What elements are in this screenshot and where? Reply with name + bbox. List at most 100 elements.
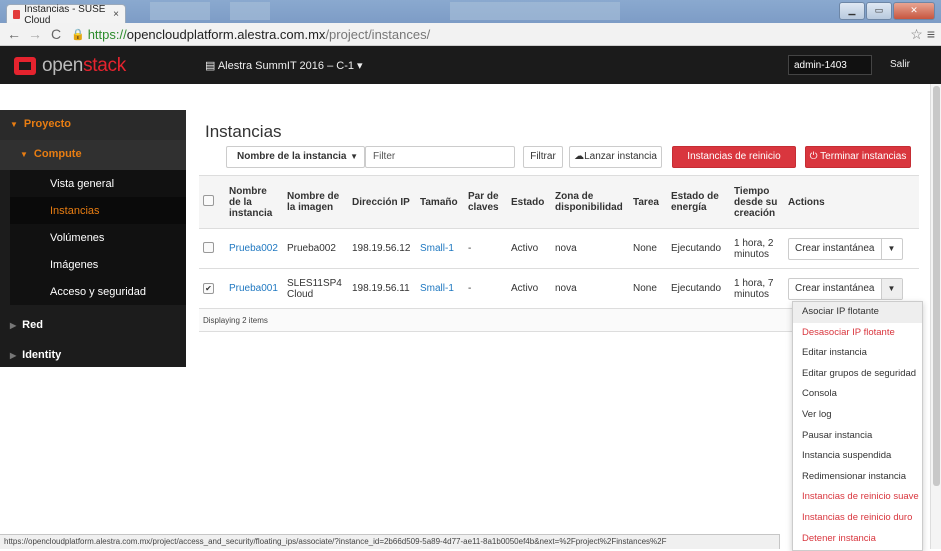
row-actions-split-button: Crear instantánea ▼	[788, 277, 903, 300]
background-window-blur	[150, 2, 210, 20]
col-header-nombre-instancia[interactable]: Nombre de la instancia	[225, 175, 283, 229]
menu-item-edit-security-groups[interactable]: Editar grupos de seguridad	[793, 364, 922, 385]
instance-name-link[interactable]: Prueba002	[225, 228, 283, 269]
table-row: Prueba002 Prueba002 198.19.56.12 Small-1…	[199, 228, 919, 269]
menu-item-edit-instance[interactable]: Editar instancia	[793, 343, 922, 364]
page-title: Instancias	[205, 122, 282, 141]
browser-tab-bar: Instancias - SUSE Cloud × ▁ ▭ ✕	[0, 0, 941, 26]
actions-cell: Crear instantánea ▼	[784, 228, 919, 269]
page-scrollbar[interactable]	[930, 84, 941, 549]
sidebar-item-imagenes[interactable]: Imágenes	[10, 251, 186, 278]
image-name: Prueba002	[283, 228, 348, 269]
address-bar: ← → C 🔒 https:// opencloudplatform.alest…	[0, 23, 941, 46]
col-header-tarea[interactable]: Tarea	[629, 175, 667, 229]
filter-button[interactable]: Filtrar	[523, 146, 563, 168]
col-header-estado[interactable]: Estado	[507, 175, 551, 229]
menu-item-soft-reboot[interactable]: Instancias de reinicio suave	[793, 487, 922, 508]
sidebar-panel-identity[interactable]: ▶ Identity	[0, 343, 186, 368]
flavor-link[interactable]: Small-1	[416, 268, 464, 309]
flavor-link[interactable]: Small-1	[416, 228, 464, 269]
caret-down-icon: ▼	[350, 152, 358, 161]
back-icon[interactable]: ←	[7, 26, 21, 42]
sidebar-item-acceso-seguridad[interactable]: Acceso y seguridad	[10, 278, 186, 305]
select-all-checkbox-cell[interactable]	[199, 175, 225, 229]
actions-caret-icon[interactable]: ▼	[880, 238, 902, 259]
logo-text: openstack	[42, 55, 126, 76]
power-state: Ejecutando	[667, 268, 730, 309]
power-state: Ejecutando	[667, 228, 730, 269]
keypair: -	[464, 228, 507, 269]
filter-field-select[interactable]: Nombre de la instancia ▼	[226, 146, 365, 168]
row-actions-dropdown-menu: Asociar IP flotante Desasociar IP flotan…	[792, 301, 923, 551]
power-icon: ⏻	[809, 151, 821, 162]
reload-icon[interactable]: C	[49, 26, 63, 42]
create-snapshot-button[interactable]: Crear instantánea	[789, 279, 881, 299]
launch-instance-button[interactable]: ☁Lanzar instancia	[569, 146, 662, 168]
row-checkbox[interactable]: ✔	[203, 283, 214, 294]
create-snapshot-button[interactable]: Crear instantánea	[789, 239, 881, 259]
table-header-row: Nombre de la instancia Nombre de la imag…	[199, 175, 919, 229]
sidebar-item-instancias[interactable]: Instancias	[10, 197, 186, 224]
menu-item-resize-instance[interactable]: Redimensionar instancia	[793, 467, 922, 488]
col-header-tamano[interactable]: Tamaño	[416, 175, 464, 229]
sidebar-group-compute[interactable]: ▼ Compute	[0, 140, 186, 170]
actions-caret-icon[interactable]: ▼	[880, 278, 902, 299]
url-field[interactable]: 🔒 https:// opencloudplatform.alestra.com…	[71, 26, 906, 43]
project-selector[interactable]: ▤ Alestra SummIT 2016 – C-1 ▾	[205, 59, 363, 72]
menu-item-disassociate-floating-ip[interactable]: Desasociar IP flotante	[793, 323, 922, 344]
sidebar-panel-proyecto[interactable]: ▼ Proyecto	[0, 110, 186, 140]
sidebar-panel-red[interactable]: ▶ Red	[0, 313, 186, 338]
status: Activo	[507, 228, 551, 269]
bookmark-star-icon[interactable]: ☆	[910, 26, 923, 43]
menu-item-suspend-instance[interactable]: Instancia suspendida	[793, 446, 922, 467]
col-header-actions: Actions	[784, 175, 919, 229]
menu-item-pause-instance[interactable]: Pausar instancia	[793, 426, 922, 447]
caret-down-icon: ▼	[10, 120, 18, 129]
col-header-ip[interactable]: Dirección IP	[348, 175, 416, 229]
caret-down-icon: ▼	[20, 150, 28, 159]
favicon-icon	[13, 10, 21, 19]
select-all-checkbox[interactable]	[203, 195, 214, 206]
row-checkbox[interactable]	[203, 241, 214, 253]
col-header-par-claves[interactable]: Par de claves	[464, 175, 507, 229]
user-menu[interactable]: admin-1403	[788, 55, 872, 75]
instance-name-link[interactable]: Prueba001	[225, 268, 283, 309]
menu-item-associate-floating-ip[interactable]: Asociar IP flotante	[793, 302, 922, 323]
forward-icon[interactable]: →	[28, 26, 42, 42]
scrollbar-thumb[interactable]	[933, 86, 940, 486]
terminate-instances-button[interactable]: ⏻ Terminar instancias	[805, 146, 911, 168]
filter-input[interactable]: Filter	[365, 146, 515, 168]
logout-link[interactable]: Salir	[890, 59, 910, 70]
soft-reboot-instances-button[interactable]: Instancias de reinicio suave	[672, 146, 796, 182]
menu-item-view-log[interactable]: Ver log	[793, 405, 922, 426]
browser-menu-icon[interactable]: ≡	[927, 26, 935, 42]
close-window-icon[interactable]: ✕	[893, 2, 935, 20]
browser-tab[interactable]: Instancias - SUSE Cloud ×	[6, 4, 126, 26]
col-header-tiempo[interactable]: Tiempo desde su creación	[730, 175, 784, 229]
status: Activo	[507, 268, 551, 309]
col-header-zona[interactable]: Zona de disponibilidad	[551, 175, 629, 229]
openstack-logo[interactable]: openstack	[14, 55, 126, 77]
image-name: SLES11SP4 Cloud	[283, 268, 348, 309]
project-icon: ▤	[205, 60, 218, 72]
menu-item-stop-instance[interactable]: Detener instancia	[793, 529, 922, 550]
keypair: -	[464, 268, 507, 309]
url-scheme: https://	[87, 26, 127, 42]
ip-address: 198.19.56.11	[348, 268, 416, 309]
sidebar-item-vista-general[interactable]: Vista general	[10, 170, 186, 197]
menu-item-console[interactable]: Consola	[793, 384, 922, 405]
col-header-estado-energia[interactable]: Estado de energía	[667, 175, 730, 229]
maximize-icon[interactable]: ▭	[866, 2, 892, 20]
uptime: 1 hora, 7 minutos	[730, 268, 784, 309]
url-host: opencloudplatform.alestra.com.mx	[126, 26, 326, 42]
menu-item-hard-reboot[interactable]: Instancias de reinicio duro	[793, 508, 922, 529]
tab-close-icon[interactable]: ×	[113, 9, 119, 20]
caret-right-icon: ▶	[10, 321, 17, 330]
caret-right-icon: ▶	[10, 351, 17, 360]
sidebar-item-volumenes[interactable]: Volúmenes	[10, 224, 186, 251]
task: None	[629, 268, 667, 309]
row-actions-split-button: Crear instantánea ▼	[788, 237, 903, 260]
minimize-icon[interactable]: ▁	[839, 2, 865, 20]
col-header-nombre-imagen[interactable]: Nombre de la imagen	[283, 175, 348, 229]
cloud-upload-icon: ☁	[574, 151, 585, 162]
